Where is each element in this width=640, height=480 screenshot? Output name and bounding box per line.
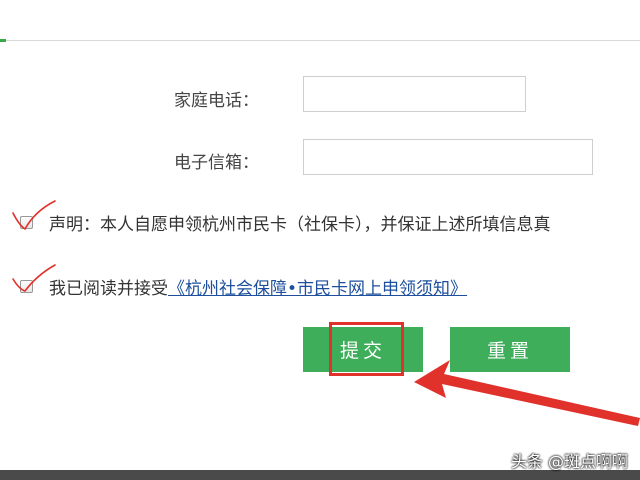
watermark: 头条 @斑点啊啊: [510, 452, 628, 471]
declaration-checkbox[interactable]: [12, 200, 56, 231]
reset-button-label: 重置: [486, 340, 533, 362]
agreement-prefix: 我已阅读并接受: [49, 279, 168, 299]
submit-button-label: 提交: [339, 340, 386, 362]
email-input[interactable]: [303, 139, 593, 175]
header-accent: [0, 39, 6, 42]
agreement-row: 我已阅读并接受 《杭州社会保障•市民卡网上申领须知》: [12, 264, 467, 299]
agreement-checkbox[interactable]: [12, 264, 56, 293]
red-arrow-icon: [414, 360, 640, 426]
declaration-row: 声明：本人自愿申领杭州市民卡（社保卡），并保证上述所填信息真: [12, 200, 551, 235]
home-phone-label: 家庭电话：: [174, 91, 259, 111]
declaration-text: 声明：本人自愿申领杭州市民卡（社保卡），并保证上述所填信息真: [49, 215, 551, 235]
home-phone-input[interactable]: [303, 76, 526, 112]
submit-button[interactable]: 提交: [303, 327, 423, 372]
application-notice-link[interactable]: 《杭州社会保障•市民卡网上申领须知》: [168, 274, 467, 299]
reset-button[interactable]: 重置: [450, 327, 570, 372]
header-divider: [0, 40, 640, 41]
email-label: 电子信箱：: [174, 153, 259, 173]
